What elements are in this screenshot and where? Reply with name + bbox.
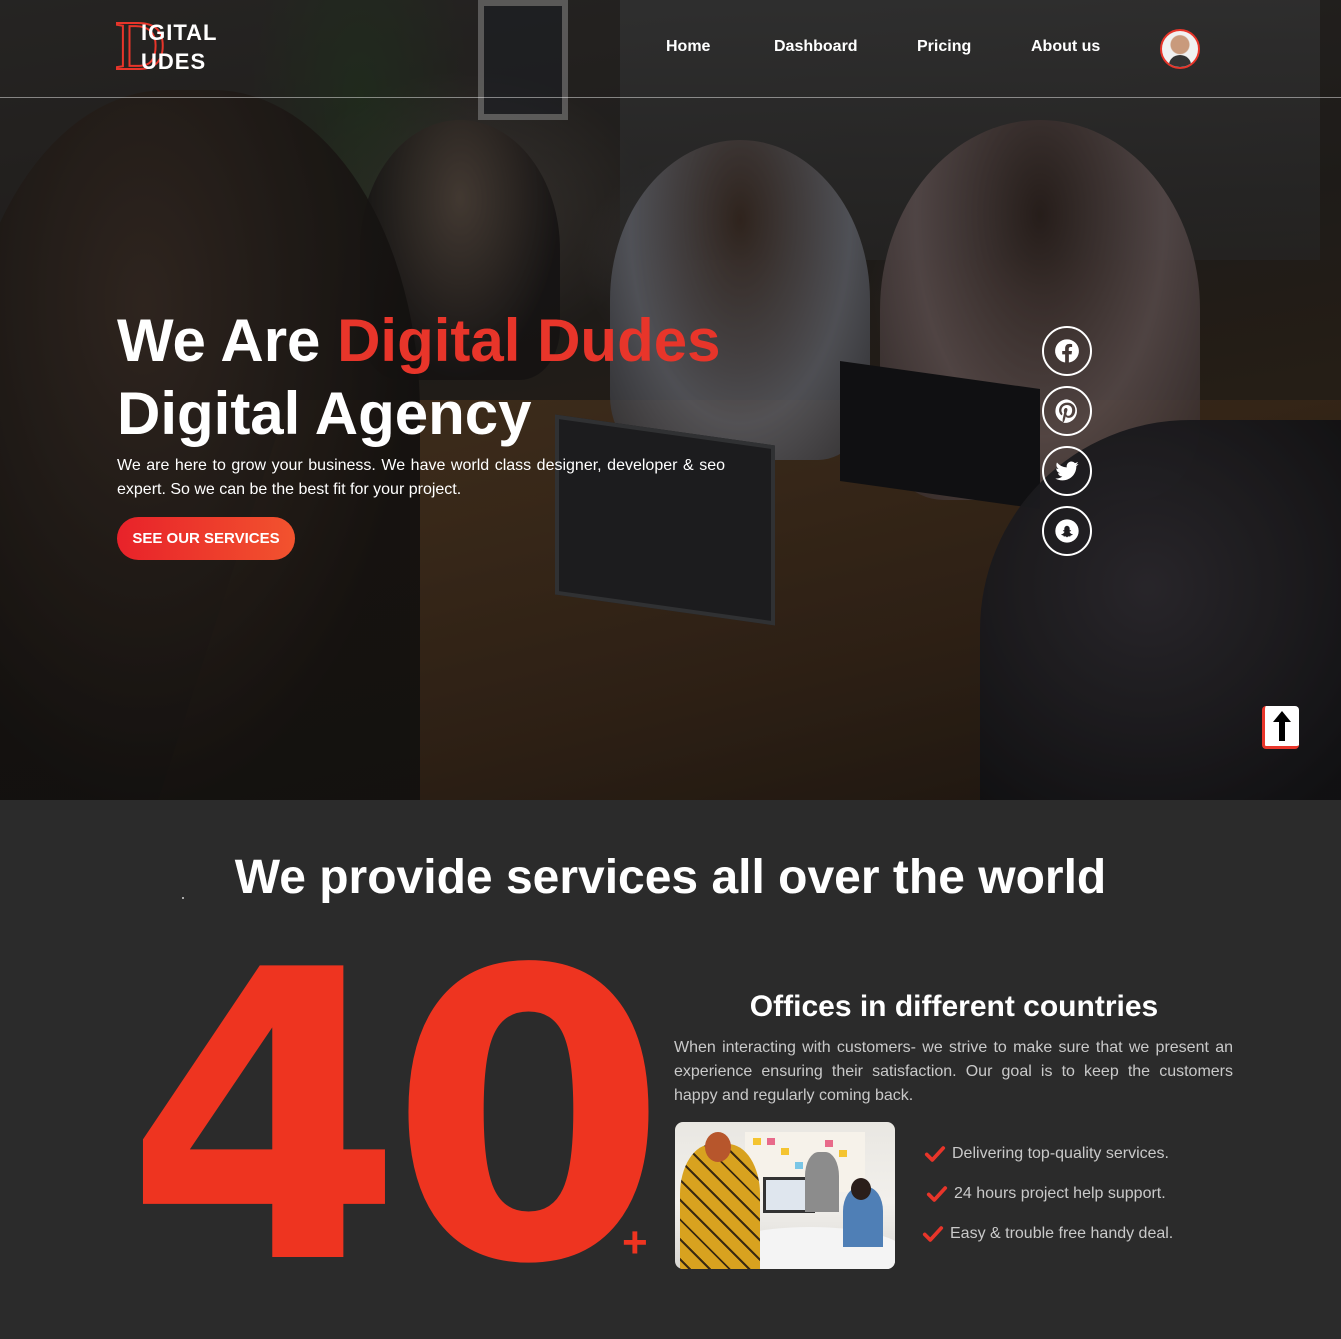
top-navbar: D IGITAL UDES Home Dashboard Pricing Abo… <box>0 0 1341 98</box>
hero-title-prefix: We Are <box>117 307 338 374</box>
offices-description: When interacting with customers- we stri… <box>674 1039 1233 1104</box>
brand-logo[interactable]: D IGITAL UDES <box>114 11 225 83</box>
facebook-icon[interactable] <box>1042 326 1092 376</box>
hero-subtitle: We are here to grow your business. We ha… <box>117 457 725 498</box>
nav-pricing[interactable]: Pricing <box>917 38 971 56</box>
feature-item: Easy & trouble free handy deal. <box>922 1223 1173 1245</box>
snapchat-icon[interactable] <box>1042 506 1092 556</box>
arrow-up-icon <box>1273 711 1291 741</box>
photo-person <box>805 1152 839 1212</box>
feature-label: Delivering top-quality services. <box>952 1145 1169 1162</box>
feature-item: Delivering top-quality services. <box>924 1143 1169 1165</box>
see-our-services-button[interactable]: SEE OUR SERVICES <box>117 517 295 560</box>
hero-title-line2: Digital Agency <box>117 380 532 447</box>
sticky-note <box>825 1140 833 1147</box>
hero-title-accent: Digital Dudes <box>337 307 721 374</box>
feature-item: 24 hours project help support. <box>926 1183 1166 1205</box>
avatar-body <box>1169 55 1191 67</box>
logo-line-2: UDES <box>141 49 207 74</box>
twitter-icon[interactable] <box>1042 446 1092 496</box>
sticky-note <box>795 1162 803 1169</box>
hero-title: We Are Digital Dudes Digital Agency <box>117 304 720 450</box>
sticky-note <box>839 1150 847 1157</box>
photo-person <box>680 1144 760 1269</box>
office-team-photo <box>675 1122 895 1269</box>
scroll-to-top-button[interactable] <box>1262 706 1299 749</box>
nav-about-us[interactable]: About us <box>1031 38 1100 56</box>
check-icon <box>922 1226 944 1242</box>
feature-label: 24 hours project help support. <box>954 1185 1166 1202</box>
photo-person-head <box>851 1178 871 1200</box>
nav-dashboard[interactable]: Dashboard <box>774 38 858 56</box>
sticky-note <box>767 1138 775 1145</box>
logo-line-1: IGITAL <box>141 20 218 45</box>
check-icon <box>926 1186 948 1202</box>
nav-home[interactable]: Home <box>666 38 710 56</box>
offices-count-plus: + <box>622 1218 648 1267</box>
sticky-note <box>781 1148 789 1155</box>
offices-count: 40 <box>125 887 668 1339</box>
photo-person-head <box>705 1132 731 1162</box>
sticky-note <box>753 1138 761 1145</box>
feature-label: Easy & trouble free handy deal. <box>950 1225 1174 1242</box>
user-avatar[interactable] <box>1160 29 1200 69</box>
pinterest-icon[interactable] <box>1042 386 1092 436</box>
check-icon <box>924 1146 946 1162</box>
offices-title: Offices in different countries <box>749 990 1159 1023</box>
